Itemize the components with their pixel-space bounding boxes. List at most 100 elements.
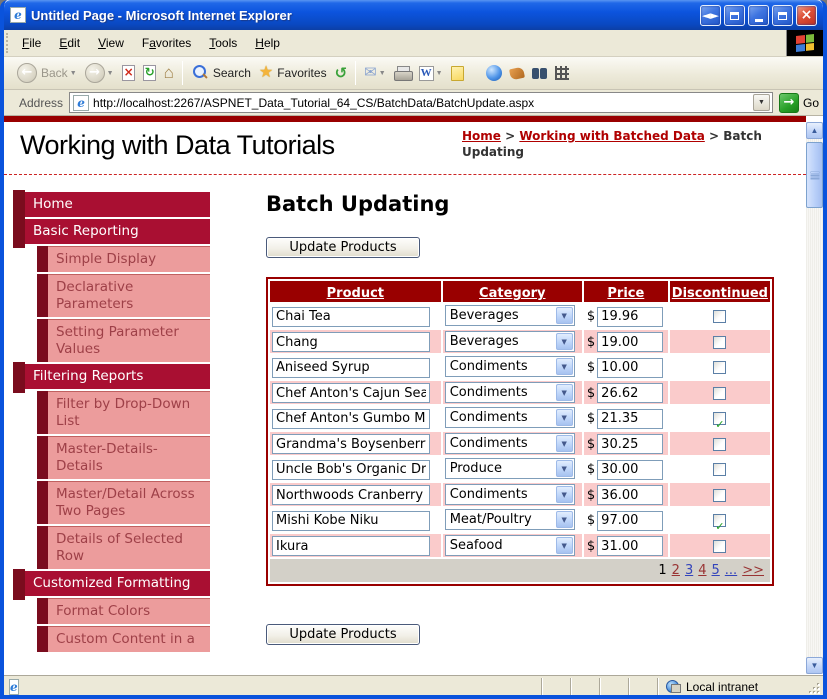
discontinued-checkbox[interactable] xyxy=(713,437,727,451)
category-select[interactable]: Beverages ▼ xyxy=(444,330,575,352)
addon-button-2[interactable] xyxy=(551,64,573,82)
edit-dropdown-icon[interactable]: ▼ xyxy=(436,70,443,77)
pager-ellipsis[interactable]: ... xyxy=(725,563,737,578)
product-name-input[interactable] xyxy=(272,459,430,480)
menu-help[interactable]: Help xyxy=(246,30,289,56)
category-select[interactable]: Condiments ▼ xyxy=(444,381,575,403)
sidebar-header-filtering-reports[interactable]: Filtering Reports xyxy=(13,362,210,393)
price-input[interactable] xyxy=(597,383,664,403)
discontinued-checkbox[interactable] xyxy=(713,463,727,477)
sidebar-item-master-detail-two-pages[interactable]: Master/Detail Across Two Pages xyxy=(37,481,210,524)
sidebar-item-setting-parameter-values[interactable]: Setting Parameter Values xyxy=(37,319,210,362)
refresh-button[interactable]: ↻ xyxy=(139,63,160,83)
addon-button-1[interactable] xyxy=(506,66,528,81)
price-input[interactable] xyxy=(597,434,664,454)
price-input[interactable] xyxy=(597,357,664,378)
resize-grip[interactable] xyxy=(807,678,823,696)
monitor-switch-button[interactable]: ◄► xyxy=(700,4,721,26)
address-url[interactable]: http://localhost:2267/ASPNET_Data_Tutori… xyxy=(93,96,753,110)
forward-button[interactable]: → ▼ xyxy=(81,61,118,85)
sidebar-item-format-colors[interactable]: Format Colors xyxy=(37,598,210,624)
category-select[interactable]: Meat/Poultry ▼ xyxy=(444,509,575,531)
price-input[interactable] xyxy=(597,485,664,505)
discontinued-checkbox[interactable] xyxy=(713,361,727,375)
go-button[interactable]: → Go xyxy=(778,92,819,113)
discontinued-checkbox[interactable] xyxy=(713,539,727,553)
sidebar-item-simple-display[interactable]: Simple Display xyxy=(37,246,210,272)
discontinued-checkbox[interactable] xyxy=(713,386,727,400)
back-dropdown-icon[interactable]: ▼ xyxy=(70,70,77,77)
category-select[interactable]: Condiments ▼ xyxy=(444,356,575,378)
price-input[interactable] xyxy=(597,408,664,429)
chevron-down-icon[interactable]: ▼ xyxy=(555,434,573,452)
chevron-down-icon[interactable]: ▼ xyxy=(555,460,573,478)
chevron-down-icon[interactable]: ▼ xyxy=(555,307,573,325)
category-select[interactable]: Condiments ▼ xyxy=(444,483,575,505)
product-name-input[interactable] xyxy=(272,510,430,531)
messenger-button[interactable] xyxy=(482,63,506,83)
price-input[interactable] xyxy=(597,332,664,352)
chevron-down-icon[interactable]: ▼ xyxy=(555,383,573,401)
vertical-scrollbar[interactable]: ▲ ▼ xyxy=(806,122,823,674)
pager-page-3[interactable]: 3 xyxy=(685,563,693,578)
price-input[interactable] xyxy=(597,459,664,480)
pager-page-2[interactable]: 2 xyxy=(672,563,680,578)
sort-discontinued-link[interactable]: Discontinued xyxy=(672,286,768,301)
product-name-input[interactable] xyxy=(272,383,430,403)
sidebar-item-details-of-selected-row[interactable]: Details of Selected Row xyxy=(37,526,210,569)
discontinued-checkbox[interactable] xyxy=(713,412,727,426)
menu-edit[interactable]: Edit xyxy=(50,30,89,56)
discontinued-checkbox[interactable] xyxy=(713,488,727,502)
chevron-down-icon[interactable]: ▼ xyxy=(555,358,573,376)
sort-price-link[interactable]: Price xyxy=(607,286,644,301)
stop-button[interactable]: × xyxy=(118,63,139,83)
product-name-input[interactable] xyxy=(272,332,430,352)
move-window-button[interactable] xyxy=(724,4,745,26)
menu-tools[interactable]: Tools xyxy=(200,30,246,56)
pager-page-4[interactable]: 4 xyxy=(698,563,706,578)
history-button[interactable]: ↺ xyxy=(331,62,352,84)
chevron-down-icon[interactable]: ▼ xyxy=(555,536,573,554)
home-button[interactable]: ⌂ xyxy=(160,62,178,84)
product-name-input[interactable] xyxy=(272,357,430,378)
sidebar-item-filter-by-dropdown-list[interactable]: Filter by Drop-Down List xyxy=(37,391,210,434)
menu-file[interactable]: File xyxy=(13,30,50,56)
favorites-button[interactable]: ★ Favorites xyxy=(255,62,331,84)
pager-next[interactable]: >> xyxy=(742,563,764,578)
research-button[interactable] xyxy=(528,66,551,81)
price-input[interactable] xyxy=(597,510,664,531)
minimize-button[interactable] xyxy=(748,4,769,26)
update-products-button-bottom[interactable]: Update Products xyxy=(266,624,420,645)
address-input[interactable]: e http://localhost:2267/ASPNET_Data_Tuto… xyxy=(69,92,773,113)
chevron-down-icon[interactable]: ▼ xyxy=(555,332,573,350)
discuss-button[interactable] xyxy=(447,64,468,83)
scroll-down-button[interactable]: ▼ xyxy=(806,657,823,674)
chevron-down-icon[interactable]: ▼ xyxy=(555,409,573,427)
back-button[interactable]: ← Back ▼ xyxy=(13,61,81,85)
sidebar-header-basic-reporting[interactable]: Basic Reporting xyxy=(13,217,210,248)
close-button[interactable]: × xyxy=(796,4,817,26)
product-name-input[interactable] xyxy=(272,434,430,454)
sidebar-item-home[interactable]: Home xyxy=(13,190,210,221)
product-name-input[interactable] xyxy=(272,306,430,327)
maximize-button[interactable] xyxy=(772,4,793,26)
menubar-grip[interactable] xyxy=(6,33,11,53)
scrollbar-thumb[interactable] xyxy=(806,142,823,208)
forward-dropdown-icon[interactable]: ▼ xyxy=(107,70,114,77)
discontinued-checkbox[interactable] xyxy=(713,335,727,349)
product-name-input[interactable] xyxy=(272,536,430,556)
chevron-down-icon[interactable]: ▼ xyxy=(555,511,573,529)
print-button[interactable] xyxy=(390,64,415,82)
category-select[interactable]: Produce ▼ xyxy=(444,458,575,480)
menu-favorites[interactable]: Favorites xyxy=(133,30,200,56)
price-input[interactable] xyxy=(597,306,664,327)
category-select[interactable]: Seafood ▼ xyxy=(444,534,575,556)
breadcrumb-section-link[interactable]: Working with Batched Data xyxy=(519,129,704,143)
sidebar-item-master-details-details[interactable]: Master-Details-Details xyxy=(37,436,210,479)
product-name-input[interactable] xyxy=(272,408,430,429)
breadcrumb-home-link[interactable]: Home xyxy=(462,129,501,143)
update-products-button-top[interactable]: Update Products xyxy=(266,237,420,258)
sidebar-header-customized-formatting[interactable]: Customized Formatting xyxy=(13,569,210,600)
category-select[interactable]: Condiments ▼ xyxy=(444,432,575,454)
category-select[interactable]: Condiments ▼ xyxy=(444,407,575,429)
